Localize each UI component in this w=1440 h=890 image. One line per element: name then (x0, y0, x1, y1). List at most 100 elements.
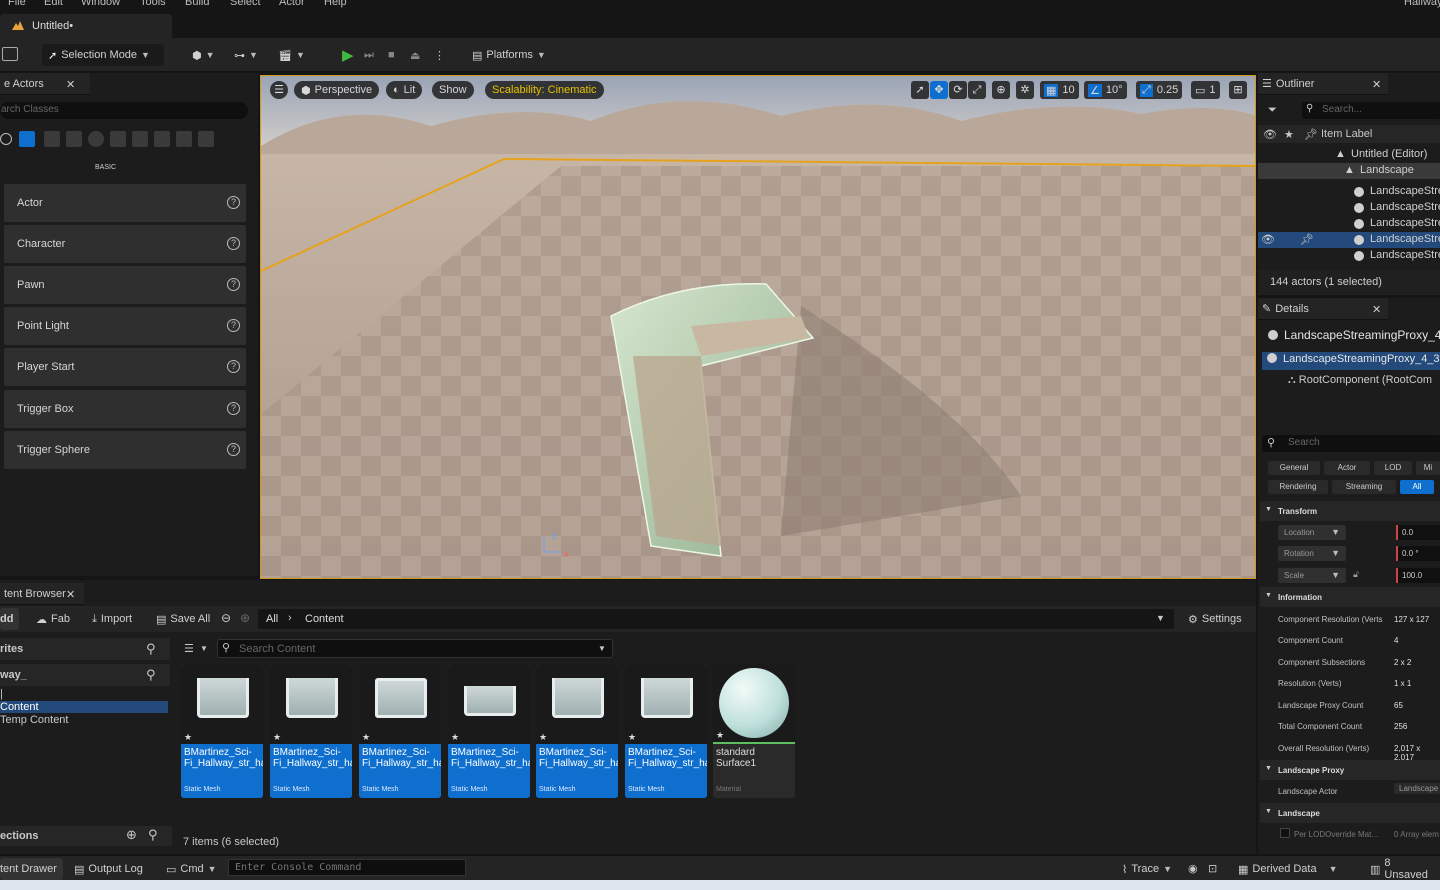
asset-tile[interactable]: ★ BMartinez_Sci-Fi_Hallway_str_hallway_g… (536, 664, 618, 798)
eject-button[interactable]: ⏏︎ (404, 44, 426, 66)
lock-icon[interactable]: 🔓︎ (1353, 569, 1359, 580)
viewport-menu-button[interactable]: ☰ (270, 81, 288, 99)
breadcrumb-all[interactable]: All (266, 613, 278, 625)
outliner-row[interactable]: LandscapeStre (1258, 200, 1440, 216)
rotation-dropdown[interactable]: Rotation ▼ (1278, 546, 1346, 561)
transform-category[interactable]: Transform (1260, 501, 1440, 521)
play-options-button[interactable]: ⋮ (428, 44, 451, 66)
menu-file[interactable]: File (8, 0, 26, 8)
tree-item-content-selected[interactable]: Content (0, 701, 168, 713)
geometry-category-icon[interactable] (110, 131, 126, 147)
select-tool-icon[interactable]: ➚ (911, 81, 929, 99)
asset-tile-material[interactable]: ★ standard Surface1 Material (713, 664, 795, 798)
menu-tools[interactable]: Tools (140, 0, 166, 8)
tree-item[interactable]: | (0, 688, 3, 700)
tree-item-temp[interactable]: Temp Content (0, 714, 68, 726)
chevron-down-icon[interactable]: ▼ (1156, 613, 1165, 623)
show-button[interactable]: Show (432, 81, 474, 99)
outliner-tab[interactable]: ☰ Outliner ✕ (1258, 73, 1388, 95)
outliner-row[interactable]: LandscapeStre (1258, 216, 1440, 232)
place-item-trigger-box[interactable]: Trigger Box? (4, 390, 246, 428)
location-dropdown[interactable]: Location ▼ (1278, 525, 1346, 540)
add-collection-icon[interactable]: ⊕ (126, 827, 137, 843)
asset-tile[interactable]: ★ BMartinez_Sci-Fi_Hallway_str_hallway_g… (625, 664, 707, 798)
visibility-icon[interactable]: 👁︎ (1261, 233, 1275, 246)
close-icon[interactable]: ✕ (66, 78, 75, 91)
place-item-pawn[interactable]: Pawn? (4, 266, 246, 304)
filter-actor[interactable]: Actor (1324, 461, 1370, 475)
information-category[interactable]: Information (1260, 587, 1440, 607)
scale-snap-button[interactable]: ⤢ 0.25 (1136, 81, 1183, 99)
filter-icon[interactable]: ☰ (184, 642, 194, 655)
camera-speed-button[interactable]: ▭ 1 (1191, 81, 1220, 99)
menu-build[interactable]: Build (185, 0, 209, 8)
class-search-input[interactable]: arch Classes (0, 102, 248, 119)
scalability-button[interactable]: Scalability: Cinematic (485, 81, 604, 99)
outliner-row[interactable]: LandscapeStre (1258, 184, 1440, 200)
asset-tile[interactable]: ★ BMartinez_Sci-Fi_Hallway_str_hallway_g… (359, 664, 441, 798)
selection-mode-button[interactable]: ➚ Selection Mode ▼ (42, 44, 164, 66)
import-button[interactable]: ⤓ Import (86, 608, 138, 630)
place-item-character[interactable]: Character? (4, 225, 246, 263)
add-actor-button[interactable]: ⬢ ▼ (186, 44, 221, 66)
outliner-row-selected[interactable]: 👁︎ 📌︎ LandscapeStre (1258, 232, 1440, 248)
console-command-input[interactable] (228, 859, 466, 876)
help-icon[interactable]: ? (227, 443, 240, 456)
help-icon[interactable]: ? (227, 278, 240, 291)
menu-edit[interactable]: Edit (44, 0, 63, 8)
filter-streaming[interactable]: Streaming (1332, 480, 1396, 494)
fab-button[interactable]: ☁ Fab (30, 608, 76, 630)
content-drawer-button[interactable]: tent Drawer (0, 858, 63, 880)
help-icon[interactable]: ? (227, 402, 240, 415)
component-row-selected[interactable]: LandscapeStreamingProxy_4_3 (1262, 352, 1440, 370)
derived-data-button[interactable]: ▦ Derived Data ▼ (1232, 858, 1344, 880)
help-icon[interactable]: ? (227, 237, 240, 250)
play-button[interactable]: ▶ (336, 44, 360, 66)
outliner-row-landscape[interactable]: ▲ Landscape (1258, 163, 1440, 179)
asset-tile[interactable]: ★ BMartinez_Sci-Fi_Hallway_str_hallway_g… (181, 664, 263, 798)
close-icon[interactable]: ✕ (1372, 78, 1381, 91)
translate-tool-icon[interactable]: ✥ (930, 81, 948, 99)
filter-general[interactable]: General (1268, 461, 1320, 475)
cinematics-button[interactable]: 🎬︎ ▼ (272, 44, 311, 66)
help-icon[interactable]: ? (227, 196, 240, 209)
volumes-category-icon[interactable] (132, 131, 148, 147)
surface-snap-icon[interactable]: ✲ (1016, 81, 1034, 99)
place-item-actor[interactable]: Actor? (4, 184, 246, 222)
place-item-player-start[interactable]: Player Start? (4, 348, 246, 386)
outliner-row[interactable]: ▲ Untitled (Editor) (1258, 147, 1440, 163)
location-x-field[interactable]: 0.0 (1396, 525, 1440, 540)
asset-tile[interactable]: ★ BMartinez_Sci-Fi_Hallway_str_hallway_g… (448, 664, 530, 798)
menu-help[interactable]: Help (324, 0, 347, 8)
favorites-header[interactable]: rites ⚲ (0, 638, 170, 660)
scale-x-field[interactable]: 100.0 (1396, 568, 1440, 583)
extras-category-icon[interactable] (198, 131, 214, 147)
screenshot-icon[interactable]: ⊡ (1208, 862, 1217, 875)
perspective-button[interactable]: ⬢ Perspective (294, 81, 380, 99)
filter-lod[interactable]: LOD (1374, 461, 1412, 475)
unsaved-button[interactable]: ▥ 8 Unsaved (1364, 857, 1440, 881)
filter-icon[interactable]: ⏷ (1268, 104, 1277, 117)
collections-header[interactable]: ections ⊕ ⚲ (0, 826, 172, 846)
project-tree-header[interactable]: way_ ⚲ (0, 664, 170, 686)
place-item-point-light[interactable]: Point Light? (4, 307, 246, 345)
breadcrumb-content[interactable]: Content (305, 613, 344, 625)
all-classes-category-icon[interactable] (154, 131, 170, 147)
filter-all[interactable]: All (1400, 480, 1434, 494)
close-icon[interactable]: ✕ (1372, 303, 1381, 316)
rotate-tool-icon[interactable]: ⟳ (949, 81, 967, 99)
blueprint-button[interactable]: ⊶ ▼ (228, 44, 264, 66)
basic-category-icon[interactable] (19, 131, 35, 147)
help-icon[interactable]: ? (227, 360, 240, 373)
filter-misc[interactable]: Mi (1416, 461, 1440, 475)
landscape-proxy-category[interactable]: Landscape Proxy (1260, 760, 1440, 780)
cinematic-category-icon[interactable] (66, 131, 82, 147)
root-component-row[interactable]: ⛬ RootComponent (RootCom (1288, 374, 1432, 387)
scale-dropdown[interactable]: Scale ▼ (1278, 568, 1346, 583)
close-icon[interactable]: ✕ (66, 588, 75, 601)
cmd-button[interactable]: ▭ Cmd ▼ (160, 858, 223, 880)
recent-icon[interactable] (0, 133, 12, 145)
shapes-category-icon[interactable] (176, 131, 192, 147)
forward-icon[interactable]: ⊕ (240, 611, 250, 625)
lod-override-checkbox[interactable] (1280, 828, 1290, 838)
